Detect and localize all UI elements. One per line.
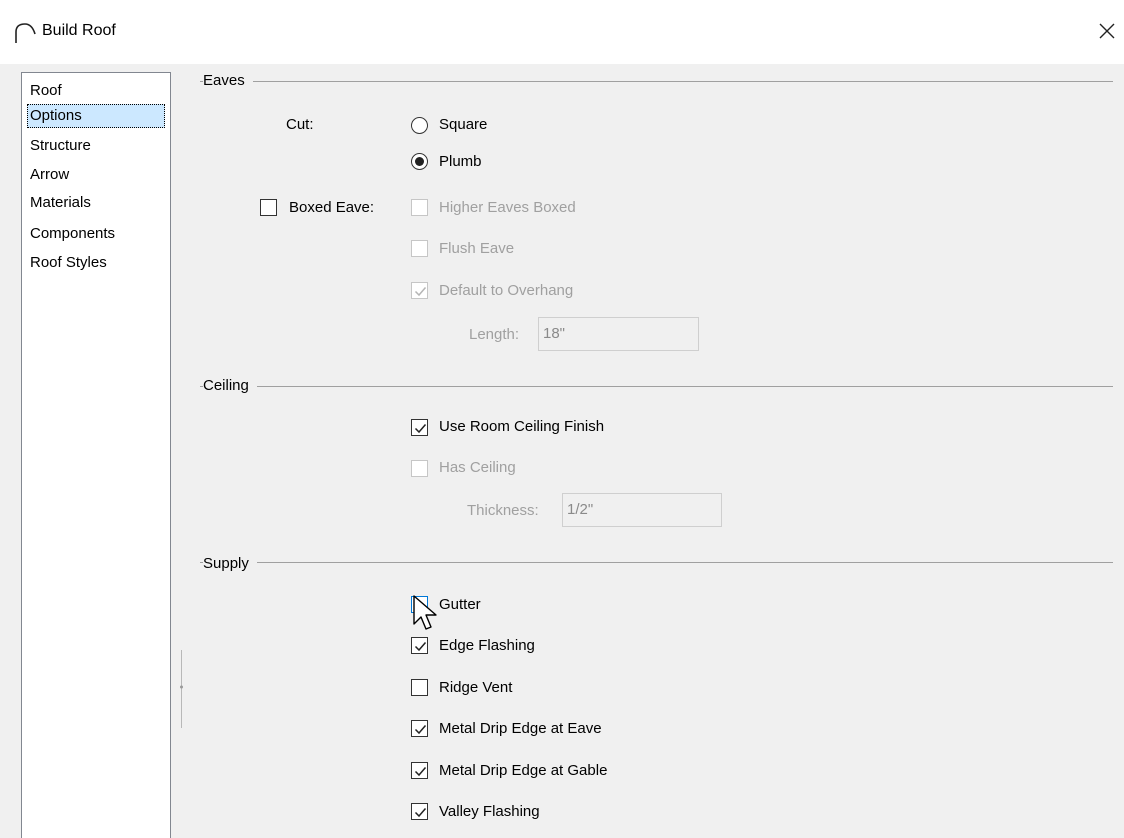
checkmark-icon [414,767,427,777]
metal-drip-edge-eave-label[interactable]: Metal Drip Edge at Eave [439,720,602,737]
higher-eaves-boxed-label: Higher Eaves Boxed [439,199,576,216]
ridge-vent-checkbox[interactable] [411,679,428,696]
flush-eave-checkbox[interactable] [411,240,428,257]
metal-drip-edge-gable-label[interactable]: Metal Drip Edge at Gable [439,762,607,779]
cut-label: Cut: [286,116,314,133]
eaves-group-line [200,81,1113,82]
cut-plumb-radio[interactable] [411,153,428,170]
length-label: Length: [469,326,520,343]
metal-drip-edge-gable-checkbox[interactable] [411,762,428,779]
ceiling-group-label: Ceiling [203,377,257,394]
nav-item-roof[interactable]: Roof [28,79,64,103]
use-room-ceiling-finish-label[interactable]: Use Room Ceiling Finish [439,418,604,435]
metal-drip-edge-eave-checkbox[interactable] [411,720,428,737]
edge-flashing-label[interactable]: Edge Flashing [439,637,535,654]
cut-plumb-label[interactable]: Plumb [439,153,482,170]
nav-item-arrow[interactable]: Arrow [28,163,71,187]
cut-square-label[interactable]: Square [439,116,487,133]
has-ceiling-checkbox[interactable] [411,460,428,477]
radio-selected-dot [415,157,424,166]
default-to-overhang-label: Default to Overhang [439,282,574,299]
close-icon[interactable] [1094,18,1120,44]
checkmark-icon [414,725,427,735]
checkmark-icon [414,287,427,297]
flush-eave-label: Flush Eave [439,240,515,257]
checkmark-icon [414,642,427,652]
supply-group-label: Supply [203,555,257,572]
window-title: Build Roof [42,22,116,39]
nav-item-roof-styles[interactable]: Roof Styles [28,251,109,275]
supply-group-line [200,562,1113,563]
nav-item-structure[interactable]: Structure [28,134,93,158]
checkmark-icon [414,808,427,818]
length-input[interactable]: 18" [538,317,699,351]
eaves-group-label: Eaves [203,72,253,89]
thickness-label: Thickness: [467,502,539,519]
splitter-handle[interactable] [180,650,183,728]
default-to-overhang-checkbox[interactable] [411,282,428,299]
mouse-pointer-icon [413,595,437,630]
nav-item-components[interactable]: Components [28,222,117,246]
nav-item-options[interactable]: Options [27,104,165,128]
boxed-eave-label[interactable]: Boxed Eave: [289,199,374,216]
category-list[interactable]: Roof Options Structure Arrow Materials C… [21,72,171,838]
roof-arc-icon [15,23,36,43]
ceiling-group-line [200,386,1113,387]
thickness-input[interactable]: 1/2" [562,493,722,527]
checkmark-icon [414,424,427,434]
boxed-eave-checkbox[interactable] [260,199,277,216]
has-ceiling-label: Has Ceiling [439,459,516,476]
valley-flashing-checkbox[interactable] [411,803,428,820]
ridge-vent-label[interactable]: Ridge Vent [439,679,512,696]
valley-flashing-label[interactable]: Valley Flashing [439,803,540,820]
title-bar: Build Roof [0,0,1124,64]
nav-item-materials[interactable]: Materials [28,191,93,215]
cut-square-radio[interactable] [411,117,428,134]
higher-eaves-boxed-checkbox[interactable] [411,199,428,216]
gutter-label[interactable]: Gutter [439,596,481,613]
use-room-ceiling-finish-checkbox[interactable] [411,419,428,436]
edge-flashing-checkbox[interactable] [411,637,428,654]
